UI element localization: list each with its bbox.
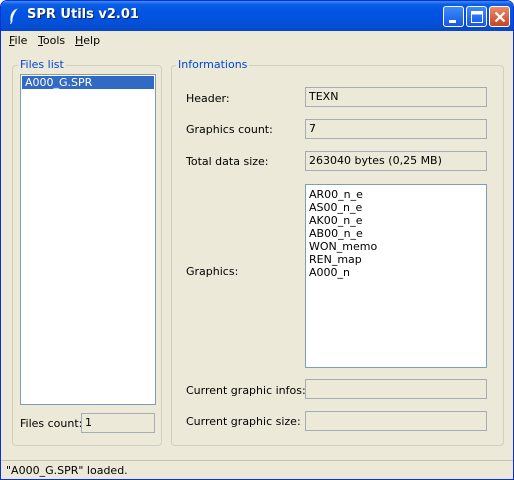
minimize-icon (449, 20, 456, 23)
total-size-label: Total data size: (186, 155, 269, 168)
maximize-icon (471, 11, 483, 23)
graphic-list-item[interactable]: REN_map (306, 253, 486, 266)
menu-file[interactable]: File (9, 34, 27, 47)
app-window: SPR Utils v2.01 File Tools Help Files li… (0, 0, 514, 480)
files-count-field: 1 (81, 413, 155, 433)
files-count-label: Files count: (20, 417, 83, 430)
menu-tools[interactable]: Tools (38, 34, 65, 47)
graphic-list-item[interactable]: WON_memo (306, 240, 486, 253)
title-bar[interactable]: SPR Utils v2.01 (1, 1, 513, 31)
minimize-button[interactable] (443, 6, 464, 27)
status-bar: "A000_G.SPR" loaded. (1, 460, 513, 479)
status-text: "A000_G.SPR" loaded. (6, 464, 128, 477)
current-size-label: Current graphic size: (186, 415, 301, 428)
current-infos-field (305, 379, 487, 399)
file-list-item[interactable]: A000_G.SPR (22, 76, 154, 89)
files-list-legend: Files list (18, 58, 66, 71)
menu-bar: File Tools Help (1, 31, 513, 49)
graphics-listbox[interactable]: AR00_n_e AS00_n_e AK00_n_e AB00_n_e WON_… (305, 184, 487, 368)
total-size-field: 263040 bytes (0,25 MB) (305, 151, 487, 171)
graphic-list-item[interactable]: AR00_n_e (306, 188, 486, 201)
graphics-label: Graphics: (186, 265, 239, 278)
graphics-count-field: 7 (305, 119, 487, 139)
maximize-button[interactable] (466, 6, 487, 27)
header-field: TEXN (305, 87, 487, 107)
close-icon (494, 11, 506, 23)
graphics-count-label: Graphics count: (186, 123, 273, 136)
window-title: SPR Utils v2.01 (27, 7, 139, 22)
current-infos-label: Current graphic infos: (186, 384, 306, 397)
close-button[interactable] (489, 6, 510, 27)
header-label: Header: (186, 92, 230, 105)
current-size-field (305, 411, 487, 431)
graphic-list-item[interactable]: AB00_n_e (306, 227, 486, 240)
menu-help[interactable]: Help (75, 34, 100, 47)
graphic-list-item[interactable]: A000_n (306, 266, 486, 279)
files-listbox[interactable]: A000_G.SPR (20, 74, 156, 405)
app-feather-icon (7, 8, 21, 25)
graphic-list-item[interactable]: AK00_n_e (306, 214, 486, 227)
informations-legend: Informations (176, 58, 250, 71)
graphic-list-item[interactable]: AS00_n_e (306, 201, 486, 214)
